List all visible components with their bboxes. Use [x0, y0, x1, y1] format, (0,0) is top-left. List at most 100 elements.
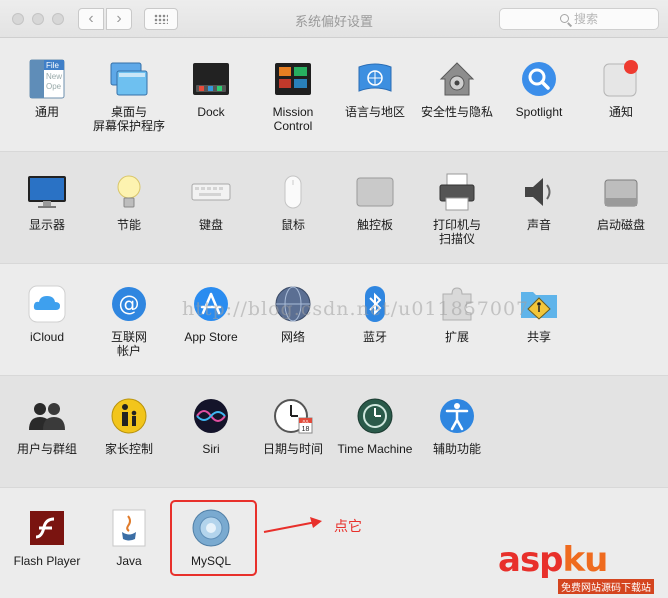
pref-security-privacy[interactable]: 安全性与隐私	[416, 39, 498, 151]
siri-icon	[194, 399, 228, 433]
pref-label: 触控板	[356, 218, 393, 232]
pref-keyboard[interactable]: 键盘	[170, 152, 252, 264]
pref-label: iCloud	[29, 330, 65, 344]
pref-label: 鼠标	[280, 218, 305, 232]
speaker-icon	[525, 178, 551, 206]
pref-label: 键盘	[198, 218, 223, 232]
pref-row-system: 用户与群组 家长控制 Siri JUL 18 日期与时间 Time Machin…	[0, 375, 668, 487]
pref-spotlight[interactable]: Spotlight	[498, 39, 580, 151]
pref-app-store[interactable]: App Store	[170, 264, 252, 376]
pref-label: 语言与地区	[344, 105, 405, 119]
pref-label: 家长控制	[104, 442, 153, 456]
pref-label: 蓝牙	[362, 330, 387, 344]
pref-label: 互联网 帐户	[110, 330, 147, 358]
pref-sharing[interactable]: 共享	[498, 264, 580, 376]
svg-text:18: 18	[302, 426, 310, 433]
pref-energy-saver[interactable]: 节能	[88, 152, 170, 264]
pref-label: 日期与时间	[262, 442, 323, 456]
pref-trackpad[interactable]: 触控板	[334, 152, 416, 264]
keyboard-icon	[191, 183, 231, 201]
pref-parental-controls[interactable]: 家长控制	[88, 376, 170, 488]
pref-bluetooth[interactable]: 蓝牙	[334, 264, 416, 376]
pref-label: Flash Player	[13, 554, 81, 568]
brand-tagline: 免费网站源码下载站	[558, 579, 654, 594]
pref-label: 打印机与 扫描仪	[432, 218, 481, 246]
java-icon	[112, 509, 146, 547]
pref-mouse[interactable]: 鼠标	[252, 152, 334, 264]
icloud-icon	[28, 285, 66, 323]
clock-calendar-icon: JUL 18	[274, 399, 313, 434]
system-preferences-window: ‹ › 系统偏好设置 搜索 File New Ope 通用 桌面与 屏幕保护程序…	[0, 0, 668, 598]
pref-general[interactable]: File New Ope 通用	[6, 39, 88, 151]
pref-notifications[interactable]: 通知	[580, 39, 662, 151]
spotlight-icon	[522, 62, 556, 96]
hard-disk-icon	[604, 179, 638, 207]
pref-sound[interactable]: 声音	[498, 152, 580, 264]
pref-time-machine[interactable]: Time Machine	[334, 376, 416, 488]
display-icon	[28, 176, 66, 208]
accessibility-icon	[440, 399, 474, 433]
annotation-arrow-icon	[263, 517, 322, 533]
pref-extensions[interactable]: 扩展	[416, 264, 498, 376]
brand-logo-ku: ku	[562, 540, 609, 580]
un-flag-icon	[358, 63, 392, 92]
pref-label: 安全性与隐私	[420, 105, 493, 119]
pref-desktop-screensaver[interactable]: 桌面与 屏幕保护程序	[88, 39, 170, 151]
pref-label: 通知	[608, 105, 633, 119]
svg-text:Ope: Ope	[46, 82, 62, 91]
notifications-icon	[603, 60, 638, 97]
pref-printers-scanners[interactable]: 打印机与 扫描仪	[416, 152, 498, 264]
pref-mission-control[interactable]: Mission Control	[252, 39, 334, 151]
search-field[interactable]: 搜索	[499, 8, 659, 30]
pref-label: 节能	[116, 218, 141, 232]
pref-label: Time Machine	[337, 442, 413, 456]
pref-label: 显示器	[28, 218, 65, 232]
pref-flash-player[interactable]: Flash Player	[6, 488, 88, 598]
svg-text:New: New	[46, 72, 62, 81]
time-machine-icon	[357, 398, 393, 434]
trackpad-icon	[356, 177, 394, 207]
pref-date-time[interactable]: JUL 18 日期与时间	[252, 376, 334, 488]
flash-player-icon	[30, 511, 64, 545]
mysql-highlight-box	[170, 500, 257, 576]
pref-label: 用户与群组	[16, 442, 77, 456]
pref-internet-accounts[interactable]: @ 互联网 帐户	[88, 264, 170, 376]
general-icon: File New Ope	[29, 59, 65, 99]
pref-label: 启动磁盘	[596, 218, 645, 232]
pref-label: Mission Control	[272, 105, 314, 133]
mission-control-icon	[275, 63, 311, 95]
pref-label: 共享	[526, 330, 551, 344]
pref-label: 声音	[526, 218, 551, 232]
brand-logo: aspku	[498, 540, 609, 580]
pref-siri[interactable]: Siri	[170, 376, 252, 488]
pref-row-hardware: 显示器 节能 键盘 鼠标 触控板 打印机与 扫描仪 声音 启动磁盘	[0, 151, 668, 263]
annotation-note: 点它	[334, 518, 362, 534]
house-lock-icon	[439, 62, 475, 96]
watermark: http://blog.csdn.net/u011857007	[182, 298, 530, 320]
desktop-icon	[110, 62, 148, 96]
lightbulb-icon	[117, 175, 141, 208]
pref-icloud[interactable]: iCloud	[6, 264, 88, 376]
pref-dock[interactable]: Dock	[170, 39, 252, 151]
pref-users-groups[interactable]: 用户与群组	[6, 376, 88, 488]
pref-label: 网络	[280, 330, 305, 344]
pref-label: 通用	[34, 105, 59, 119]
parental-controls-icon	[111, 398, 147, 434]
pref-accessibility[interactable]: 辅助功能	[416, 376, 498, 488]
pref-row-personal: File New Ope 通用 桌面与 屏幕保护程序 Dock Mission …	[0, 39, 668, 151]
at-sign-icon: @	[112, 287, 146, 321]
pref-startup-disk[interactable]: 启动磁盘	[580, 152, 662, 264]
printer-icon	[439, 173, 475, 211]
pref-displays[interactable]: 显示器	[6, 152, 88, 264]
pref-language-region[interactable]: 语言与地区	[334, 39, 416, 151]
pref-label: Siri	[202, 442, 220, 456]
pref-network[interactable]: 网络	[252, 264, 334, 376]
svg-text:JUL: JUL	[302, 419, 310, 424]
mouse-icon	[284, 175, 302, 209]
pref-label: 桌面与 屏幕保护程序	[92, 105, 165, 133]
dock-icon	[193, 63, 229, 95]
search-placeholder: 搜索	[573, 12, 598, 26]
svg-text:@: @	[119, 292, 140, 316]
pref-java[interactable]: Java	[88, 488, 170, 598]
pref-label: 扩展	[444, 330, 469, 344]
